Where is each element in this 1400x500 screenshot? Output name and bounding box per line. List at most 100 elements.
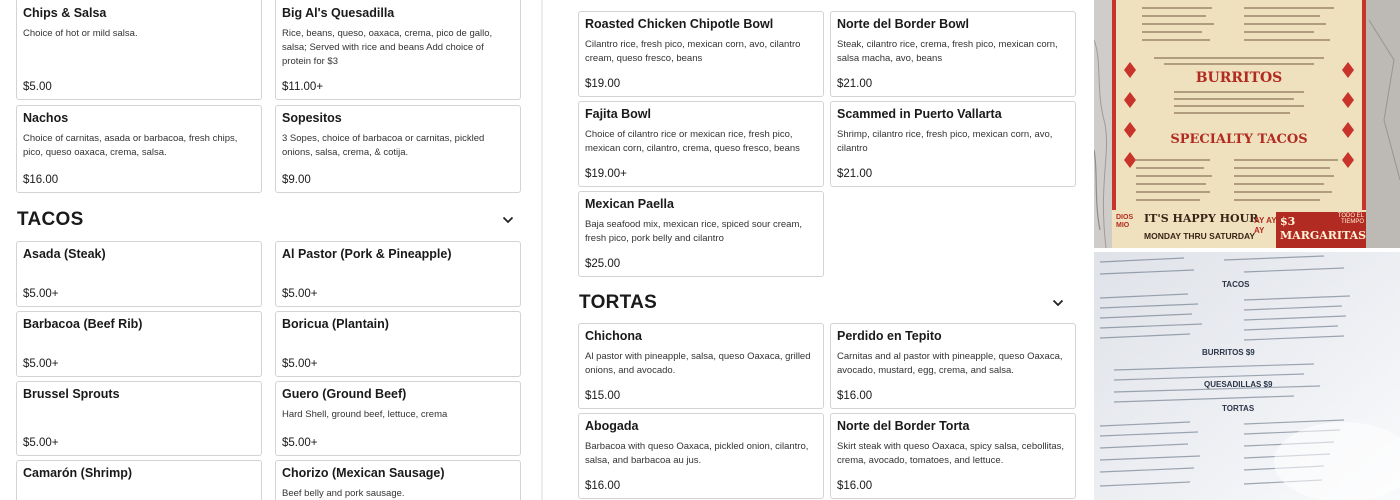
menu-item-card[interactable]: Mexican Paella Baja seafood mix, mexican… <box>578 191 824 277</box>
item-price: $5.00+ <box>282 288 318 300</box>
item-name: Chichona <box>585 329 642 343</box>
paper-heading-quesadillas: QUESADILLAS $9 <box>1204 380 1273 389</box>
item-price: $5.00+ <box>23 288 59 300</box>
tacos-section-header[interactable]: TACOS <box>17 207 515 233</box>
menu-item-card[interactable]: Big Al's Quesadilla Rice, beans, queso, … <box>275 0 521 100</box>
item-name: Nachos <box>23 111 69 125</box>
item-price: $19.00 <box>585 78 621 90</box>
section-title: TORTAS <box>579 292 658 313</box>
menu-item-card[interactable]: Al Pastor (Pork & Pineapple) $5.00+ <box>275 241 521 307</box>
menu-poster-photo[interactable]: BURRITOS SPECIALTY TACOS DIOS MIO IT'S H… <box>1094 0 1400 248</box>
item-name: Scammed in Puerto Vallarta <box>837 107 1002 121</box>
poster-ay: AY AY AY <box>1254 216 1277 235</box>
item-name: Perdido en Tepito <box>837 329 942 343</box>
item-name: Al Pastor (Pork & Pineapple) <box>282 247 452 261</box>
poster-todo: TODO EL TIEMPO <box>1337 213 1364 225</box>
menu-paper-photo[interactable]: TACOS BURRITOS $9 QUESADILLAS $9 TORTAS <box>1094 252 1400 500</box>
menu-right-column: Roasted Chicken Chipotle Bowl Cilantro r… <box>541 0 1094 500</box>
item-price: $16.00 <box>23 174 59 186</box>
section-title: TACOS <box>17 209 84 230</box>
poster-heading-burritos: BURRITOS <box>1195 70 1283 86</box>
item-name: Mexican Paella <box>585 197 674 211</box>
item-name: Big Al's Quesadilla <box>282 6 395 20</box>
item-name: Chorizo (Mexican Sausage) <box>282 466 445 480</box>
item-description: Al pastor with pineapple, salsa, queso O… <box>585 351 811 376</box>
menu-item-card[interactable]: Abogada Barbacoa with queso Oaxaca, pick… <box>578 413 824 499</box>
item-name: Brussel Sprouts <box>23 387 120 401</box>
item-price: $21.00 <box>837 168 873 180</box>
menu-item-card[interactable]: Chichona Al pastor with pineapple, salsa… <box>578 323 824 409</box>
menu-item-card[interactable]: Guero (Ground Beef) Hard Shell, ground b… <box>275 381 521 456</box>
item-name: Asada (Steak) <box>23 247 106 261</box>
item-name: Norte del Border Torta <box>837 419 970 433</box>
item-price: $5.00+ <box>23 437 59 449</box>
poster-happy-hour: IT'S HAPPY HOUR <box>1144 212 1259 225</box>
menu-item-card[interactable]: Fajita Bowl Choice of cilantro rice or m… <box>578 101 824 187</box>
item-description: Baja seafood mix, mexican rice, spiced s… <box>585 219 803 244</box>
menu-item-card[interactable]: Norte del Border Bowl Steak, cilantro ri… <box>830 11 1076 97</box>
tortas-section-header[interactable]: TORTAS <box>579 290 1065 316</box>
item-description: Carnitas and al pastor with pineapple, q… <box>837 351 1063 376</box>
item-price: $5.00+ <box>282 358 318 370</box>
item-name: Norte del Border Bowl <box>837 17 969 31</box>
menu-item-card[interactable]: Sopesitos 3 Sopes, choice of barbacoa or… <box>275 105 521 193</box>
item-price: $15.00 <box>585 390 621 402</box>
item-name: Fajita Bowl <box>585 107 651 121</box>
item-price: $19.00+ <box>585 168 627 180</box>
item-description: Beef belly and pork sausage. <box>282 488 405 499</box>
menu-item-card[interactable]: Roasted Chicken Chipotle Bowl Cilantro r… <box>578 11 824 97</box>
item-name: Roasted Chicken Chipotle Bowl <box>585 17 774 31</box>
item-name: Boricua (Plantain) <box>282 317 389 331</box>
poster-decoration <box>1112 7 1366 248</box>
item-description: 3 Sopes, choice of barbacoa or carnitas,… <box>282 133 485 158</box>
menu-item-card[interactable]: Chips & Salsa Choice of hot or mild sals… <box>16 0 262 100</box>
item-price: $5.00 <box>23 81 52 93</box>
item-price: $16.00 <box>837 390 873 402</box>
item-name: Abogada <box>585 419 639 433</box>
paper-heading-tortas: TORTAS <box>1222 404 1255 413</box>
item-price: $11.00+ <box>282 81 324 93</box>
item-name: Barbacoa (Beef Rib) <box>23 317 143 331</box>
item-price: $21.00 <box>837 78 873 90</box>
menu-item-card[interactable]: Chorizo (Mexican Sausage) Beef belly and… <box>275 460 521 500</box>
paper-texture <box>1094 252 1400 500</box>
menu-item-card[interactable]: Camarón (Shrimp) <box>16 460 262 500</box>
item-price: $16.00 <box>585 480 621 492</box>
menu-item-card[interactable]: Brussel Sprouts $5.00+ <box>16 381 262 456</box>
item-description: Choice of cilantro rice or mexican rice,… <box>585 129 800 154</box>
chevron-down-icon[interactable] <box>501 213 515 227</box>
menu-item-card[interactable]: Norte del Border Torta Skirt steak with … <box>830 413 1076 499</box>
menu-item-card[interactable]: Perdido en Tepito Carnitas and al pastor… <box>830 323 1076 409</box>
item-name: Chips & Salsa <box>23 6 107 20</box>
paper-heading-burritos: BURRITOS $9 <box>1202 348 1255 357</box>
poster-days: MONDAY THRU SATURDAY <box>1144 231 1255 241</box>
item-description: Hard Shell, ground beef, lettuce, crema <box>282 409 448 420</box>
menu-item-card[interactable]: Barbacoa (Beef Rib) $5.00+ <box>16 311 262 377</box>
item-description: Choice of carnitas, asada or barbacoa, f… <box>23 133 238 158</box>
item-description: Shrimp, cilantro rice, fresh pico, mexic… <box>837 129 1053 154</box>
poster-heading-specialty-tacos: SPECIALTY TACOS <box>1170 132 1308 147</box>
item-price: $5.00+ <box>23 358 59 370</box>
paper-heading-tacos: TACOS <box>1222 280 1250 289</box>
item-name: Guero (Ground Beef) <box>282 387 407 401</box>
menu-item-card[interactable]: Boricua (Plantain) $5.00+ <box>275 311 521 377</box>
item-description: Skirt steak with queso Oaxaca, spicy sal… <box>837 441 1065 466</box>
item-price: $25.00 <box>585 258 621 270</box>
menu-photos: BURRITOS SPECIALTY TACOS DIOS MIO IT'S H… <box>1094 0 1400 500</box>
item-price: $16.00 <box>837 480 873 492</box>
item-price: $5.00+ <box>282 437 318 449</box>
poster-dios-mio: DIOS MIO <box>1116 214 1134 229</box>
menu-left-column: Chips & Salsa Choice of hot or mild sals… <box>0 0 541 500</box>
item-description: Choice of hot or mild salsa. <box>23 28 138 39</box>
item-description: Cilantro rice, fresh pico, mexican corn,… <box>585 39 801 64</box>
item-description: Steak, cilantro rice, crema, fresh pico,… <box>837 39 1058 64</box>
item-description: Rice, beans, queso, oaxaca, crema, pico … <box>282 28 493 67</box>
item-name: Camarón (Shrimp) <box>23 466 133 480</box>
menu-item-card[interactable]: Asada (Steak) $5.00+ <box>16 241 262 307</box>
item-price: $9.00 <box>282 174 311 186</box>
menu-item-card[interactable]: Scammed in Puerto Vallarta Shrimp, cilan… <box>830 101 1076 187</box>
menu-item-card[interactable]: Nachos Choice of carnitas, asada or barb… <box>16 105 262 193</box>
item-name: Sopesitos <box>282 111 342 125</box>
chevron-down-icon[interactable] <box>1051 296 1065 310</box>
item-description: Barbacoa with queso Oaxaca, pickled onio… <box>585 441 809 466</box>
